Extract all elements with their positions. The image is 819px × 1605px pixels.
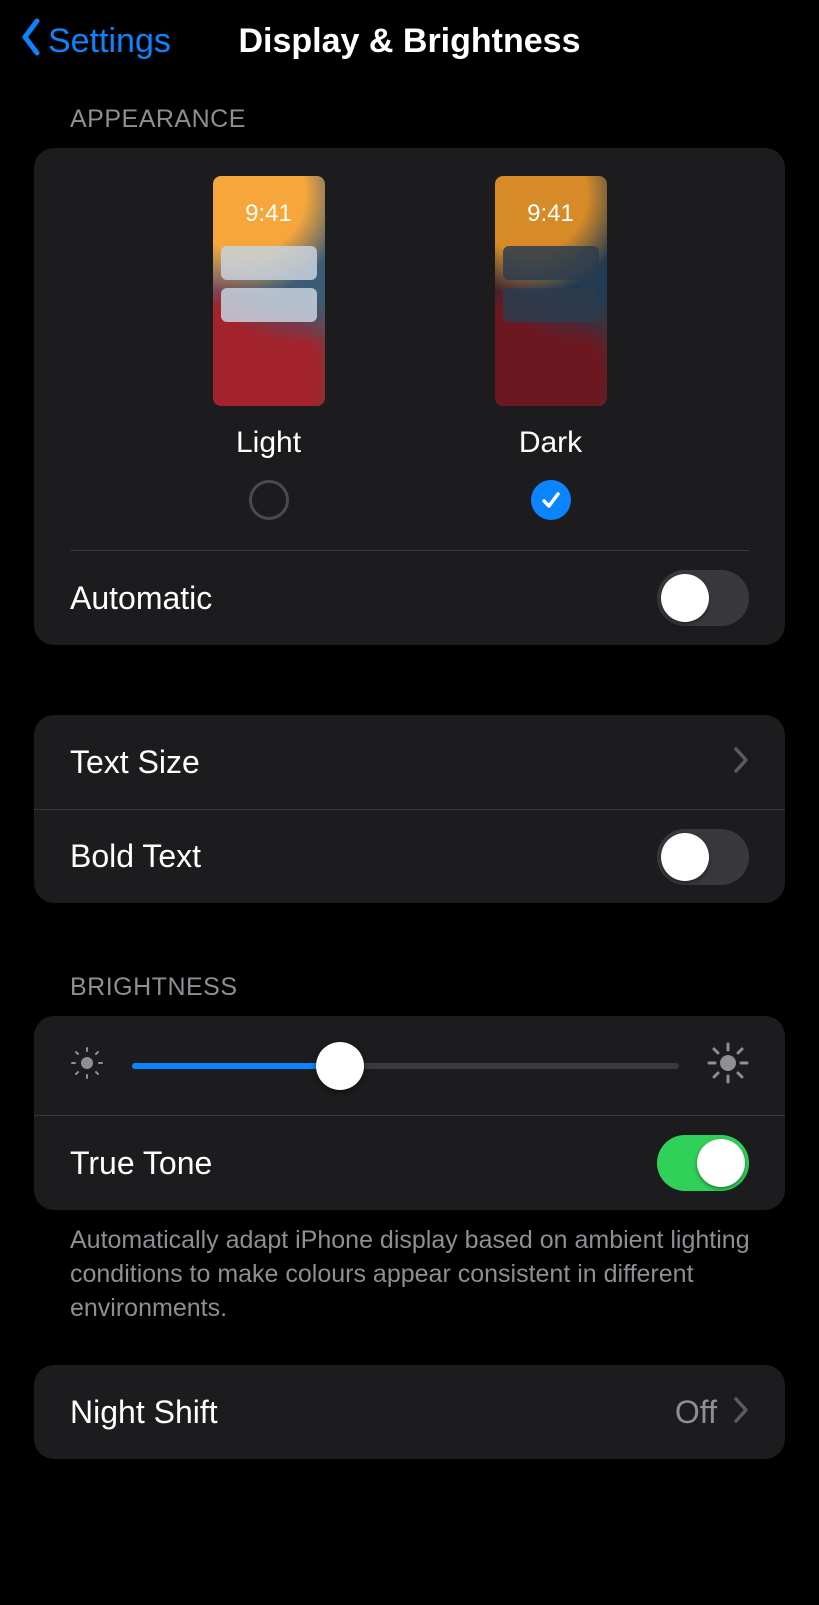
thumbnail-clock: 9:41 <box>213 200 325 228</box>
brightness-slider[interactable] <box>132 1042 679 1090</box>
text-size-label: Text Size <box>70 744 200 781</box>
thumbnail-notification <box>503 288 599 322</box>
brightness-card: True Tone <box>34 1016 785 1210</box>
page-title: Display & Brightness <box>239 22 581 61</box>
chevron-right-icon <box>733 1396 749 1429</box>
appearance-header: APPEARANCE <box>34 105 785 148</box>
night-shift-row[interactable]: Night Shift Off <box>34 1365 785 1459</box>
night-shift-card: Night Shift Off <box>34 1365 785 1459</box>
bold-text-label: Bold Text <box>70 838 201 875</box>
thumbnail-notification <box>221 288 317 322</box>
text-size-row[interactable]: Text Size <box>34 715 785 809</box>
thumbnail-notification <box>221 246 317 280</box>
theme-label-dark: Dark <box>519 426 582 460</box>
back-label: Settings <box>48 22 171 61</box>
theme-option-light[interactable]: 9:41 Light <box>213 176 325 520</box>
thumbnail-notification <box>503 246 599 280</box>
chevron-right-icon <box>733 746 749 779</box>
appearance-picker: 9:41 Light 9:41 Dark <box>70 148 749 551</box>
true-tone-footer: Automatically adapt iPhone display based… <box>34 1210 785 1325</box>
night-shift-value: Off <box>675 1394 733 1431</box>
sun-max-icon <box>707 1042 749 1089</box>
navigation-bar: Settings Display & Brightness <box>0 0 819 105</box>
brightness-header: BRIGHTNESS <box>34 973 785 1016</box>
automatic-toggle[interactable] <box>657 570 749 626</box>
slider-knob[interactable] <box>316 1042 364 1090</box>
radio-checked-icon[interactable] <box>531 480 571 520</box>
true-tone-row: True Tone <box>34 1116 785 1210</box>
back-button[interactable]: Settings <box>20 18 171 65</box>
slider-fill <box>132 1063 340 1069</box>
true-tone-toggle[interactable] <box>657 1135 749 1191</box>
theme-thumbnail-dark: 9:41 <box>495 176 607 406</box>
night-shift-label: Night Shift <box>70 1394 218 1431</box>
sun-min-icon <box>70 1046 104 1085</box>
radio-unchecked-icon[interactable] <box>249 480 289 520</box>
bold-text-row: Bold Text <box>34 809 785 903</box>
automatic-row: Automatic <box>34 551 785 645</box>
bold-text-toggle[interactable] <box>657 829 749 885</box>
appearance-card: 9:41 Light 9:41 Dark Autom <box>34 148 785 645</box>
theme-label-light: Light <box>236 426 301 460</box>
automatic-label: Automatic <box>70 580 212 617</box>
thumbnail-clock: 9:41 <box>495 200 607 228</box>
theme-option-dark[interactable]: 9:41 Dark <box>495 176 607 520</box>
true-tone-label: True Tone <box>70 1145 212 1182</box>
chevron-left-icon <box>20 18 42 65</box>
text-card: Text Size Bold Text <box>34 715 785 903</box>
theme-thumbnail-light: 9:41 <box>213 176 325 406</box>
brightness-slider-row <box>34 1016 785 1116</box>
